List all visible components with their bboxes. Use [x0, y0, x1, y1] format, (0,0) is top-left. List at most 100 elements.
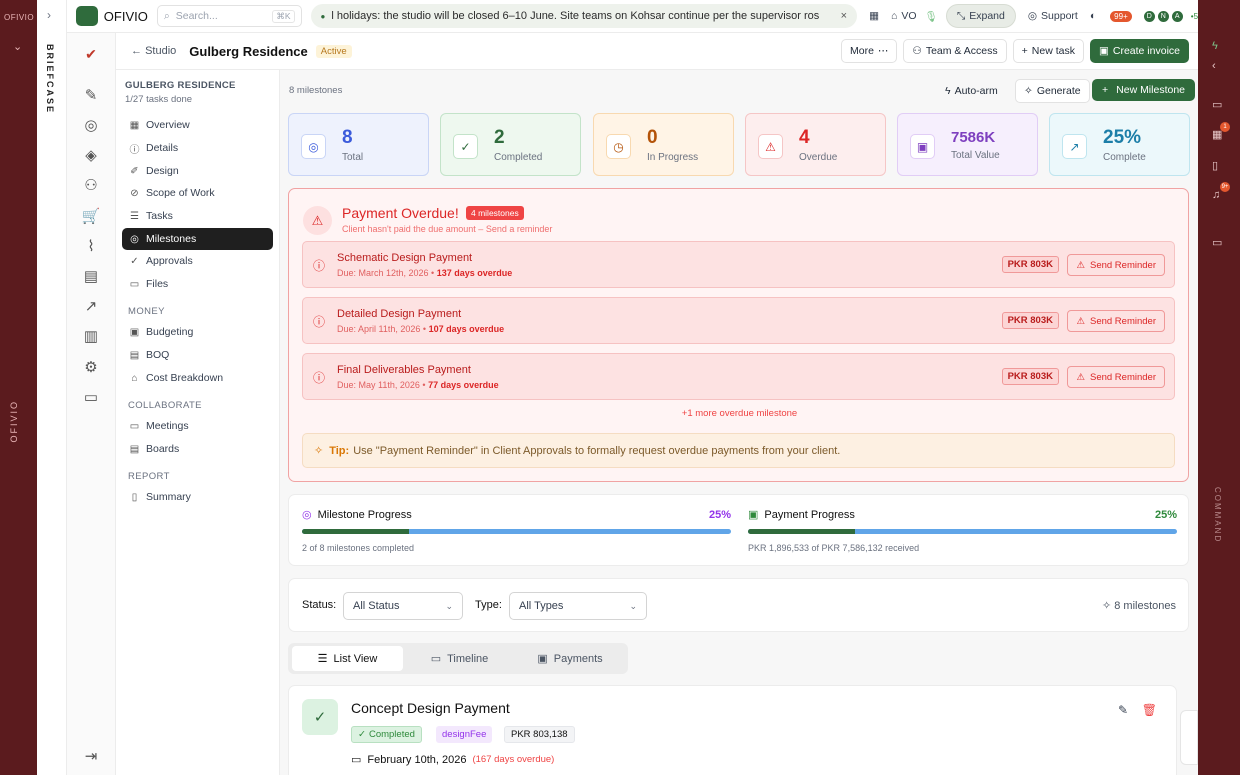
new-milestone-label: New Milestone	[1116, 84, 1186, 96]
generate-button[interactable]: ✧ Generate	[1015, 79, 1090, 103]
milestone-date: ▭ February 10th, 2026 (167 days overdue)	[351, 753, 555, 767]
send-reminder-label: Send Reminder	[1089, 371, 1156, 383]
archive-icon[interactable]: ▭	[82, 388, 100, 406]
send-reminder-label: Send Reminder	[1089, 259, 1156, 271]
layers-icon[interactable]: ◈	[82, 146, 100, 164]
milestone-card[interactable]: ✓ Concept Design Payment ✓ Completed desi…	[288, 685, 1177, 775]
avatar-group[interactable]: D N A •5	[1142, 9, 1199, 23]
team-access-button[interactable]: ⚇ Team & Access	[903, 39, 1007, 63]
sidebar-item-tasks[interactable]: ☰ Tasks	[122, 205, 273, 227]
bell-icon[interactable]: ♫	[1212, 189, 1220, 201]
generate-label: Generate	[1036, 85, 1081, 97]
sidebar-item-boq[interactable]: ▤ BOQ	[122, 344, 273, 366]
zap-icon[interactable]: ϟ	[1212, 40, 1218, 52]
trend-up-icon[interactable]: ↗	[82, 297, 100, 315]
stat-card-overdue: ⚠ 4 Overdue	[745, 113, 886, 176]
sidebar-item-details[interactable]: ⓘ Details	[122, 137, 273, 159]
warning-icon: ⚠	[1076, 371, 1085, 383]
invoice-icon: ▣	[1098, 45, 1109, 57]
progress-title: Milestone Progress	[317, 508, 412, 521]
target-icon[interactable]: ◎	[82, 116, 100, 134]
bank-icon[interactable]: ▤	[82, 267, 100, 285]
type-select[interactable]: All Types ⌄	[509, 592, 647, 620]
more-icon: ⋯	[877, 45, 889, 57]
chevron-right-icon[interactable]: ›	[47, 8, 51, 22]
trash-icon[interactable]: 🗑	[1142, 703, 1157, 717]
type-chip: designFee	[436, 726, 493, 743]
project-sidebar: GULBERG RESIDENCE 1/27 tasks done ▦ Overv…	[116, 70, 280, 775]
command-label[interactable]: COMMAND	[1213, 487, 1222, 543]
sidebar-item-files[interactable]: ▭ Files	[122, 273, 273, 295]
alert-circle-icon: ⓘ	[313, 259, 326, 273]
icon-nav: ✔ ✎ ◎ ◈ ⚇ 🛒 ⌇ ▤ ↗ ▥ ⚙ ▭ ⇥	[67, 33, 116, 775]
auto-arm-button[interactable]: ϟ Auto-arm	[937, 79, 1006, 103]
support-button[interactable]: ◎ Support	[1028, 10, 1078, 22]
chevron-left-icon[interactable]: ‹	[1212, 60, 1216, 72]
document-icon[interactable]: ▯	[1212, 159, 1218, 172]
send-reminder-button[interactable]: ⚠ Send Reminder	[1067, 366, 1165, 388]
stat-card-total: ◎ 8 Total	[288, 113, 429, 176]
sidebar-item-milestones[interactable]: ◎ Milestones	[122, 228, 273, 250]
more-button[interactable]: More ⋯	[840, 39, 898, 63]
sidebar-item-scope[interactable]: ⊘ Scope of Work	[122, 182, 273, 204]
sidebar-project-name: GULBERG RESIDENCE	[125, 80, 236, 91]
workspace-label[interactable]: BRIEFCASE	[45, 44, 55, 114]
announcement-text: l holidays: the studio will be closed 6–…	[331, 10, 820, 22]
more-overdue-link[interactable]: +1 more overdue milestone	[289, 408, 1190, 419]
presence-count: •5	[1190, 11, 1199, 21]
sparkle-icon: ✧	[1024, 85, 1033, 97]
money-icon: ▣	[537, 653, 548, 665]
status-select[interactable]: All Status ⌄	[343, 592, 463, 620]
sidebar-item-summary[interactable]: ▯ Summary	[122, 486, 273, 508]
apps-grid-icon[interactable]: ▦	[869, 10, 879, 22]
chevron-down-icon[interactable]: ⌄	[13, 40, 22, 53]
back-link[interactable]: ← Studio	[131, 45, 176, 57]
gear-icon[interactable]: ⚙	[82, 358, 100, 376]
sidebar-item-approvals[interactable]: ✓ Approvals	[122, 250, 273, 272]
edit-icon[interactable]: ✎	[1118, 703, 1128, 717]
sidebar-item-budgeting[interactable]: ▣ Budgeting	[122, 321, 273, 343]
tab-timeline[interactable]: ▭ Timeline	[407, 646, 512, 671]
payment-progress: ▣ Payment Progress 25% PKR 1,896,533 of PK…	[748, 508, 1177, 553]
tab-list-view[interactable]: ☰ List View	[292, 646, 403, 671]
tab-payments[interactable]: ▣ Payments	[516, 646, 624, 671]
theme-toggle-icon[interactable]: ◐	[1090, 10, 1096, 22]
sidebar-section-money: MONEY	[128, 306, 165, 317]
announcement-banner: ● l holidays: the studio will be closed …	[310, 4, 858, 28]
stat-card-completed: ✓ 2 Completed	[440, 113, 581, 176]
check-icon[interactable]: ✔	[82, 45, 100, 63]
new-task-button[interactable]: + New task	[1012, 39, 1084, 63]
grid-icon: ▦	[129, 119, 140, 131]
sidebar-item-label: Overview	[146, 119, 190, 131]
pencil-icon[interactable]: ✎	[82, 86, 100, 104]
sidebar-item-cost-breakdown[interactable]: ⌂ Cost Breakdown	[122, 367, 273, 389]
close-icon[interactable]: ×	[833, 10, 847, 22]
logout-icon[interactable]: ⇥	[82, 747, 100, 765]
notifications-button[interactable]: 99+	[1110, 10, 1132, 22]
wallet-icon: ▣	[129, 326, 140, 338]
cart-icon[interactable]: 🛒	[82, 207, 101, 225]
overdue-name: Final Deliverables Payment	[337, 364, 471, 376]
book-icon[interactable]: ▭	[1212, 98, 1222, 111]
send-reminder-button[interactable]: ⚠ Send Reminder	[1067, 310, 1165, 332]
users-icon[interactable]: ⚇	[82, 176, 100, 194]
vo-button[interactable]: ⌂ VO	[891, 10, 917, 22]
expand-button[interactable]: ⤡ Expand	[945, 4, 1016, 28]
mic-icon[interactable]: 🎙	[925, 10, 938, 23]
stat-value: 8	[342, 127, 353, 148]
new-milestone-button[interactable]: + New Milestone	[1092, 79, 1196, 101]
side-handle[interactable]	[1180, 710, 1198, 765]
more-label: More	[849, 45, 874, 57]
send-reminder-button[interactable]: ⚠ Send Reminder	[1067, 254, 1165, 276]
sidebar-item-boards[interactable]: ▤ Boards	[122, 438, 273, 460]
status-badge: Active	[315, 44, 352, 58]
sidebar-item-meetings[interactable]: ▭ Meetings	[122, 415, 273, 437]
sidebar-item-design[interactable]: ✐ Design	[122, 160, 273, 182]
create-invoice-button[interactable]: ▣ Create invoice	[1089, 39, 1189, 63]
activity-icon[interactable]: ⌇	[82, 237, 100, 255]
building-icon[interactable]: ▥	[82, 327, 100, 345]
sidebar-item-overview[interactable]: ▦ Overview	[122, 114, 273, 136]
chat-icon[interactable]: ▭	[1212, 236, 1222, 249]
search-input[interactable]: ⌕ Search... ⌘K	[156, 5, 302, 27]
trend-up-icon: ↗	[1062, 134, 1087, 159]
